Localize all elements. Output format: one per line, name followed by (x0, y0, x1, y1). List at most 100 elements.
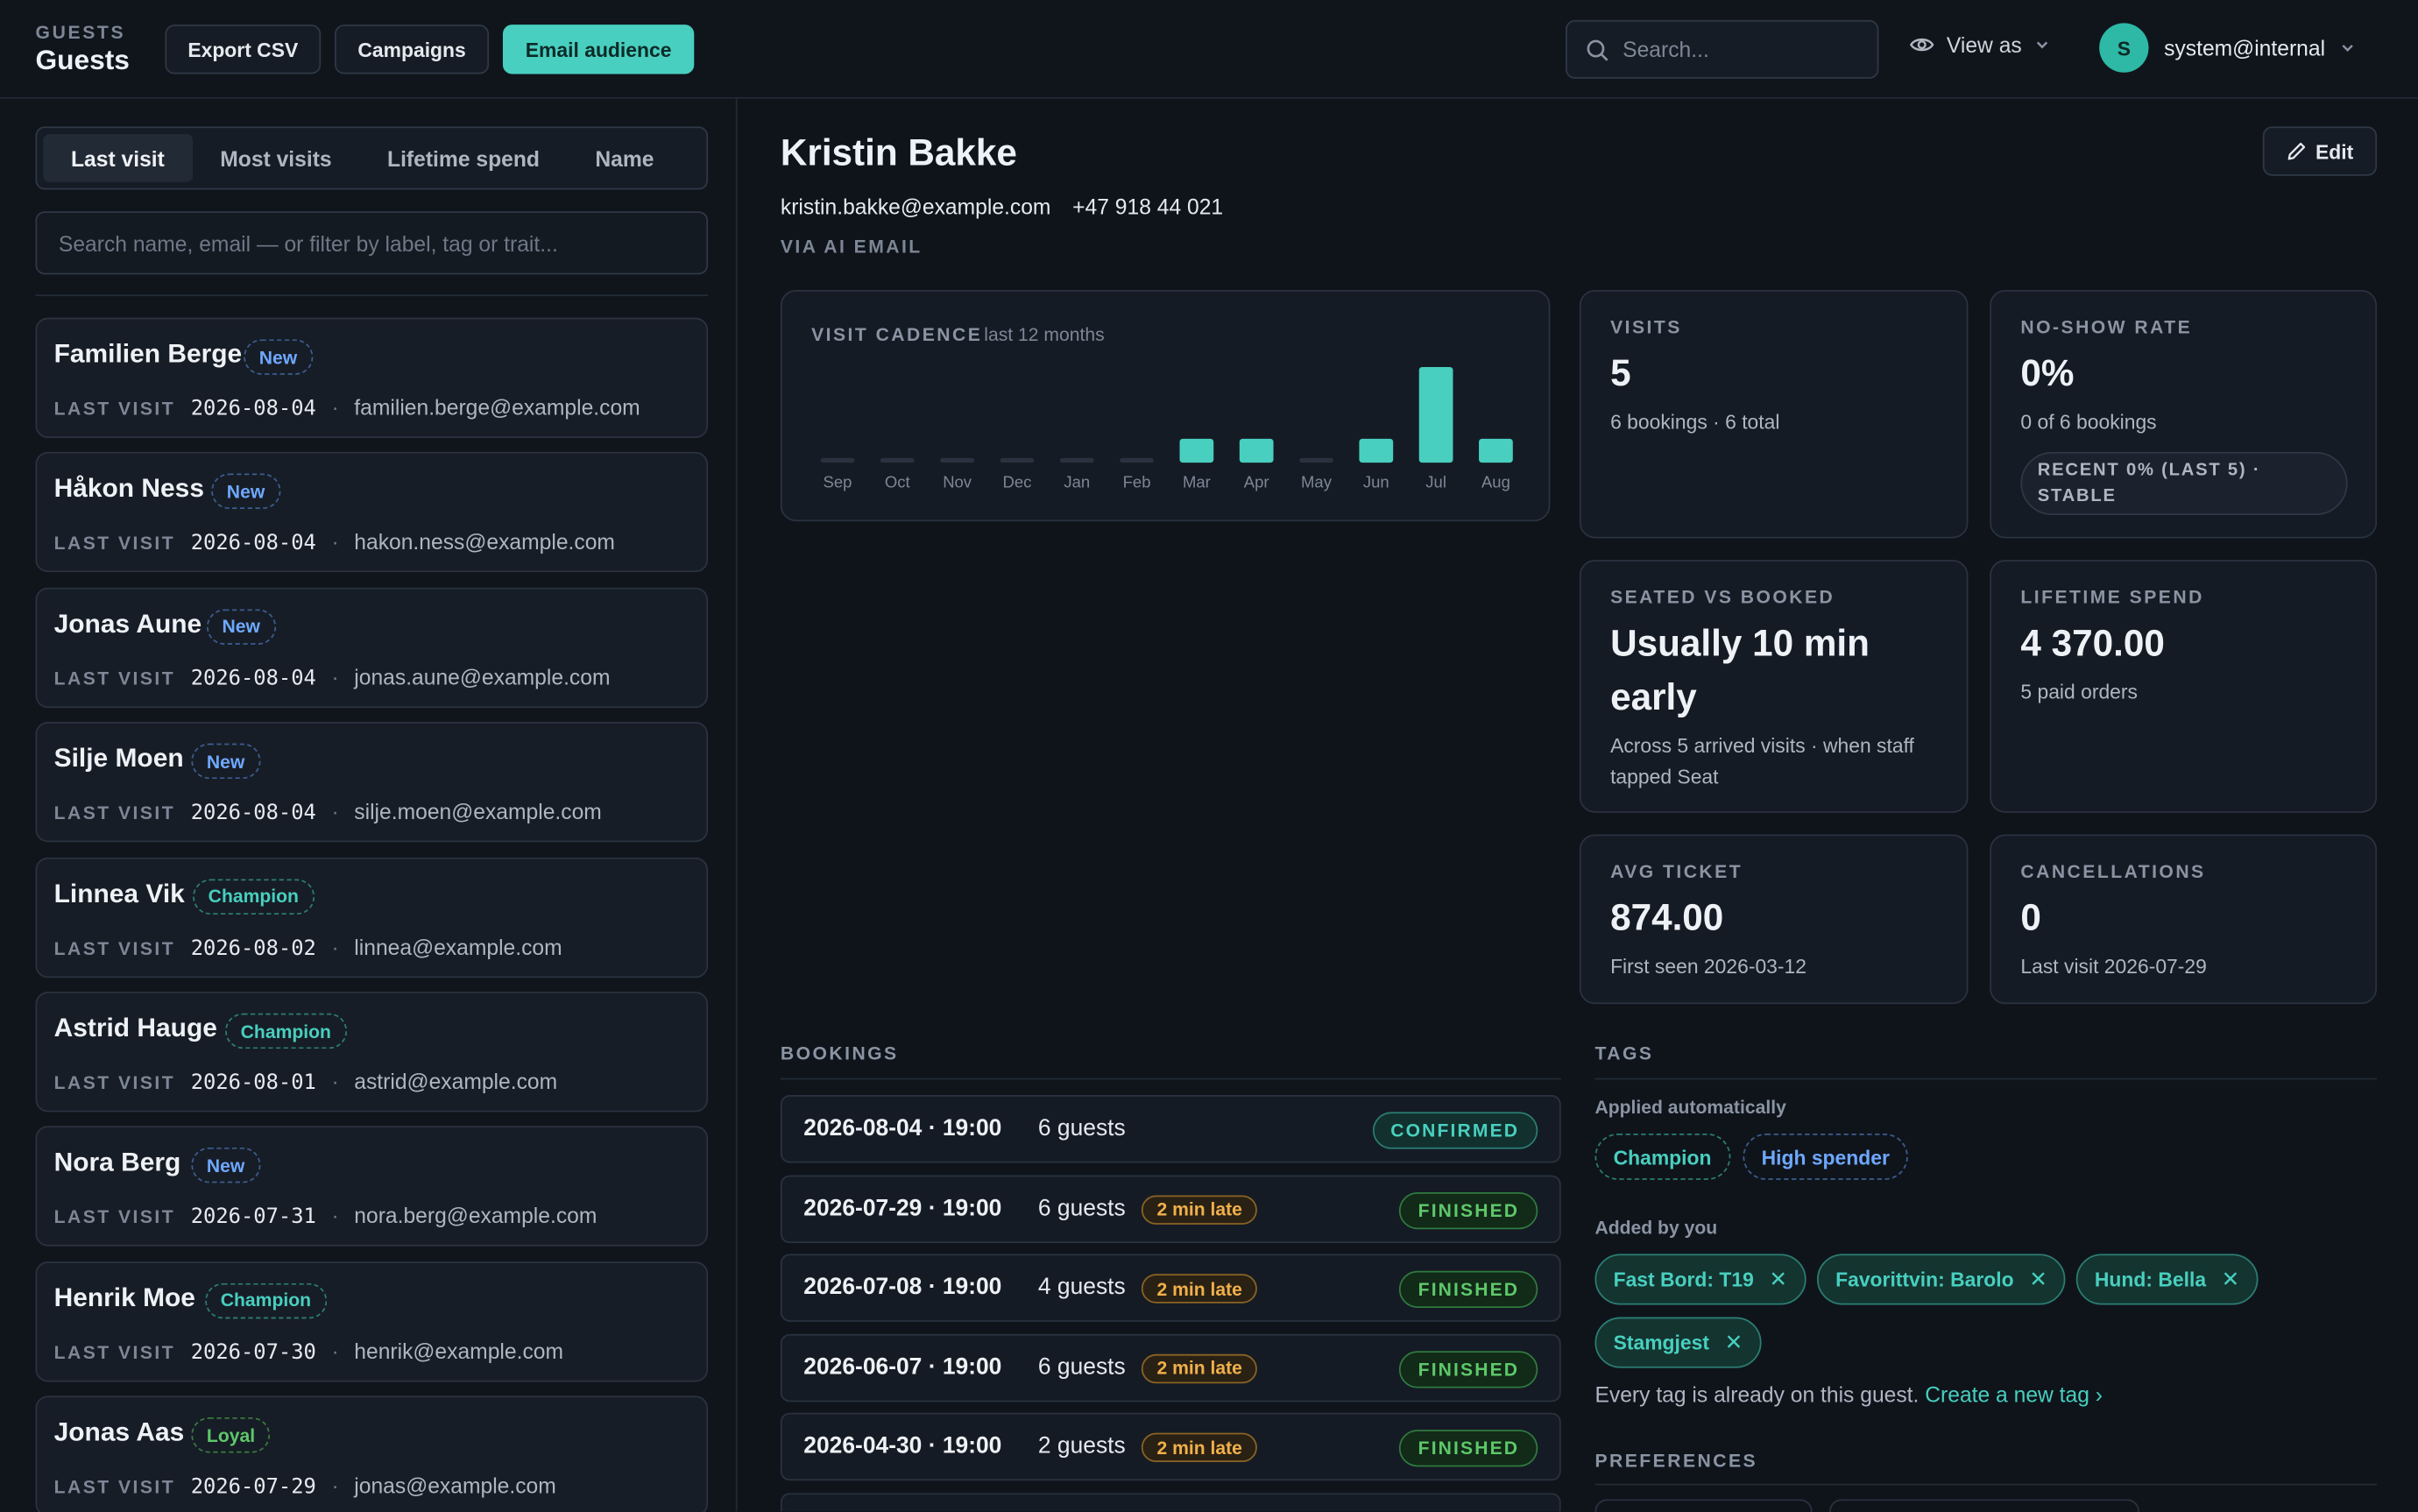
separator-dot: · (331, 799, 339, 824)
guest-list-item[interactable]: Nora Berg New LAST VISIT 2026-07-31 · nora.be… (35, 1126, 709, 1247)
late-badge: 2 min late (1141, 1274, 1258, 1304)
avatar: S (2099, 23, 2149, 73)
guest-item-badge: Loyal (191, 1417, 271, 1453)
guest-list-item[interactable]: Astrid Hauge Champion LAST VISIT 2026-08-01… (35, 992, 709, 1113)
lifetime-spend-card: LIFETIME SPEND 4 370.00 5 paid orders (1990, 560, 2378, 813)
eye-icon (1909, 38, 1934, 52)
guest-list-item[interactable]: Henrik Moe Champion LAST VISIT 2026-07-30 · h… (35, 1261, 709, 1382)
booking-row[interactable]: 2026-04-30 · 19:00 2 guests 2 min late FINI… (780, 1413, 1561, 1481)
last-visit-date: 2026-07-30 (190, 1339, 316, 1365)
sort-tab-last-visit[interactable]: Last visit (43, 134, 193, 182)
cadence-month-label: Aug (1481, 472, 1510, 491)
guest-list-item[interactable]: Silje Moen New LAST VISIT 2026-08-04 · silje.… (35, 722, 709, 843)
sort-tab-most-visits[interactable]: Most visits (193, 134, 360, 182)
separator-dot: · (331, 1473, 339, 1498)
view-as-dropdown[interactable]: View as (1909, 32, 2050, 58)
sort-tab-name[interactable]: Name (568, 134, 682, 182)
last-visit-date: 2026-07-29 (190, 1474, 316, 1500)
global-search-input[interactable] (1623, 37, 1855, 62)
guest-search-input[interactable] (58, 230, 691, 256)
campaigns-button[interactable]: Campaigns (335, 25, 490, 74)
guest-phone[interactable]: +47 918 44 021 (1072, 194, 1223, 219)
sort-tabs: Last visit Most visits Lifetime spend Na… (35, 126, 709, 190)
separator-dot: · (331, 1338, 339, 1364)
separator-dot: · (331, 934, 339, 959)
user-menu[interactable]: S system@internal (2099, 23, 2356, 73)
tags-note-text: Every tag is already on this guest. (1594, 1381, 1920, 1407)
create-tag-link[interactable]: Create a new tag › (1925, 1381, 2103, 1406)
visits-sub: 6 bookings · 6 total (1610, 410, 1780, 434)
close-icon[interactable]: ✕ (2222, 1266, 2240, 1292)
cadence-month-label: Nov (943, 472, 972, 491)
booking-row[interactable] (780, 1493, 1561, 1512)
booking-row[interactable]: 2026-08-04 · 19:00 6 guests CONFIRMED (780, 1095, 1561, 1163)
close-icon[interactable]: ✕ (1725, 1330, 1743, 1356)
email-audience-button[interactable]: Email audience (502, 25, 695, 74)
guest-search[interactable] (35, 211, 709, 275)
booking-row[interactable]: 2026-07-29 · 19:00 6 guests 2 min late FINI… (780, 1174, 1561, 1243)
global-search[interactable] (1566, 19, 1879, 79)
edit-button[interactable]: Edit (2262, 126, 2378, 176)
late-badge: 2 min late (1141, 1353, 1258, 1383)
close-icon[interactable]: ✕ (1769, 1266, 1787, 1292)
tag-text: Hund: Bella (2094, 1268, 2207, 1291)
guest-list-item[interactable]: Linnea Vik Champion LAST VISIT 2026-08-02 · l… (35, 857, 709, 978)
guest-item-meta: LAST VISIT 2026-07-29 · jonas@example.com (54, 1473, 556, 1500)
last-visit-label: LAST VISIT (53, 533, 176, 555)
last-visit-label: LAST VISIT (53, 667, 176, 689)
guest-item-meta: LAST VISIT 2026-08-04 · silje.moen@example.… (54, 799, 602, 825)
guest-list-item[interactable]: Jonas Aas Loyal LAST VISIT 2026-07-29 · jonas… (35, 1395, 709, 1512)
page-title: Guests (35, 45, 130, 76)
sort-tab-lifetime-spend[interactable]: Lifetime spend (359, 134, 567, 182)
cadence-month-label: Dec (1003, 472, 1032, 491)
user-tag-fast-bord[interactable]: Fast Bord: T19 ✕ (1594, 1254, 1806, 1305)
guest-name: Kristin Bakke (780, 132, 1017, 174)
booking-row[interactable]: 2026-06-07 · 19:00 6 guests 2 min late FINI… (780, 1333, 1561, 1402)
cadence-month-label: Jun (1363, 472, 1389, 491)
guest-item-badge: New (244, 339, 313, 375)
user-tag-favorittvin[interactable]: Favorittvin: Barolo ✕ (1816, 1254, 2066, 1305)
guest-list-item[interactable]: Jonas Aune New LAST VISIT 2026-08-04 · jonas.… (35, 587, 709, 708)
avg-ticket-card: AVG TICKET 874.00 First seen 2026-03-12 (1579, 834, 1969, 1005)
view-as-label: View as (1946, 32, 2022, 58)
guest-list-item[interactable]: Familien Berge New LAST VISIT 2026-08-04 · fa… (35, 317, 709, 439)
guest-item-badge: Champion (225, 1013, 347, 1049)
booking-status-badge: FINISHED (1399, 1350, 1538, 1388)
last-visit-date: 2026-08-04 (190, 531, 316, 556)
guest-item-name: Silje Moen (53, 743, 184, 774)
guest-item-email: nora.berg@example.com (354, 1203, 597, 1229)
booking-row[interactable]: 2026-07-08 · 19:00 4 guests 2 min late FINI… (780, 1254, 1561, 1323)
user-tag-hund[interactable]: Hund: Bella ✕ (2075, 1254, 2259, 1305)
guest-item-email: astrid@example.com (354, 1069, 558, 1094)
guest-email[interactable]: kristin.bakke@example.com (781, 194, 1051, 219)
no-show-sub: 0 of 6 bookings (2020, 410, 2157, 434)
close-icon[interactable]: ✕ (2029, 1266, 2047, 1292)
separator-dot: · (331, 664, 339, 689)
booking-datetime: 2026-07-08 · 19:00 (803, 1274, 1002, 1301)
visit-cadence-chart: Sep Oct Nov Dec Jan Feb Mar Apr May Jun Jul Aug (820, 367, 1513, 491)
cadence-bar-jul (1418, 367, 1453, 463)
last-visit-label: LAST VISIT (53, 398, 176, 420)
preference-item[interactable] (1594, 1499, 1813, 1512)
last-visit-date: 2026-07-31 (190, 1205, 316, 1230)
bookings-heading: BOOKINGS (780, 1042, 899, 1064)
cancellations-card: CANCELLATIONS 0 Last visit 2026-07-29 (1990, 834, 2378, 1005)
search-icon (1587, 39, 1608, 60)
last-visit-label: LAST VISIT (53, 1206, 176, 1229)
guest-item-name: Nora Berg (53, 1148, 181, 1178)
guest-item-email: linnea@example.com (354, 934, 562, 959)
no-show-trend-badge: RECENT 0% (LAST 5) · STABLE (2020, 451, 2348, 516)
export-csv-button[interactable]: Export CSV (165, 25, 322, 74)
user-tag-stamgjest[interactable]: Stamgjest ✕ (1594, 1317, 1762, 1368)
booking-guests: 6 guests (1037, 1194, 1126, 1221)
auto-tag-high-spender[interactable]: High spender (1743, 1134, 1908, 1180)
seated-label: SEATED VS BOOKED (1610, 586, 1835, 608)
preference-item[interactable] (1829, 1499, 2139, 1512)
cadence-bar-mar (1179, 438, 1214, 463)
seated-sub-line2: tapped Seat (1610, 765, 1719, 788)
guest-sidebar: Last visit Most visits Lifetime spend Na… (0, 98, 738, 1512)
auto-tag-champion[interactable]: Champion (1594, 1134, 1730, 1180)
guest-item-meta: LAST VISIT 2026-08-01 · astrid@example.com (54, 1069, 558, 1095)
divider (780, 1077, 1561, 1080)
guest-list-item[interactable]: Håkon Ness New LAST VISIT 2026-08-04 · hakon.… (35, 452, 709, 573)
